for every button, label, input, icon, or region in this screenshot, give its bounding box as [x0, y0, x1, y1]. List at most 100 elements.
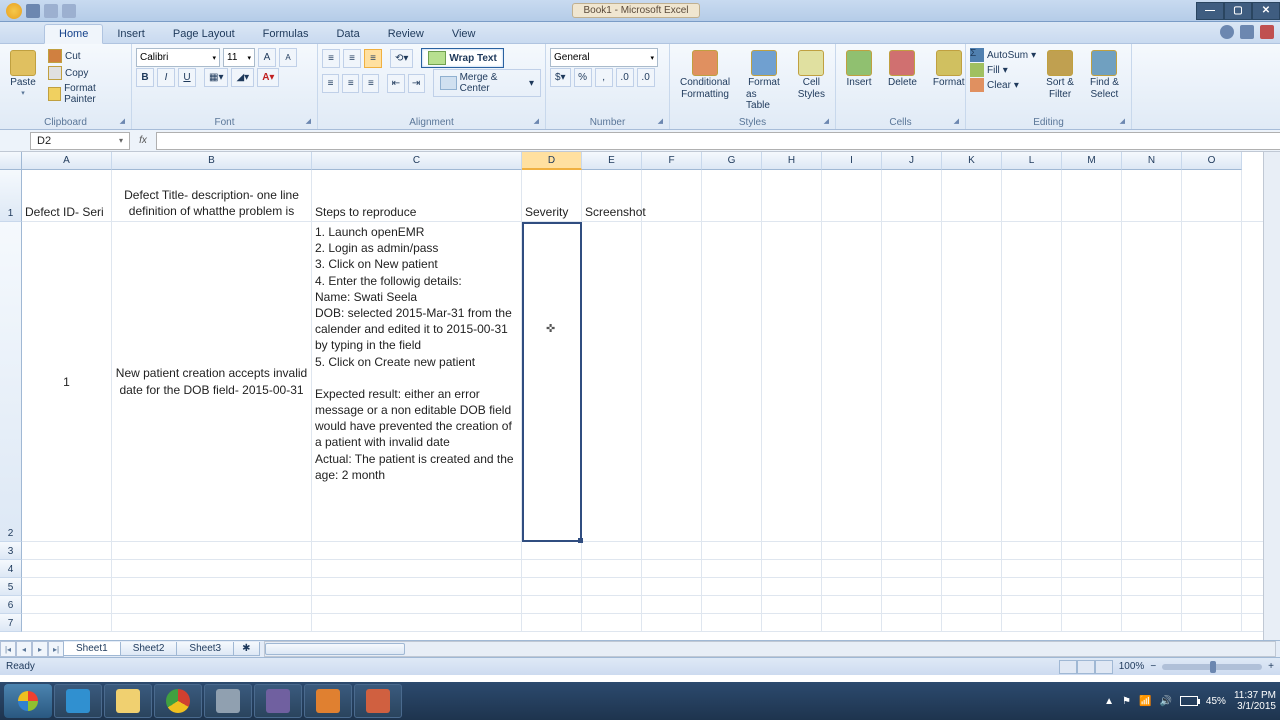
clock[interactable]: 11:37 PM 3/1/2015 — [1234, 690, 1276, 712]
cell[interactable] — [642, 170, 702, 221]
tray-network-icon[interactable]: 📶 — [1139, 696, 1151, 707]
grow-font-button[interactable]: A — [258, 48, 276, 67]
cell[interactable] — [942, 170, 1002, 221]
zoom-level[interactable]: 100% — [1119, 661, 1145, 672]
row-header[interactable]: 7 — [0, 614, 22, 632]
fx-button[interactable]: fx — [134, 132, 152, 150]
cell[interactable] — [702, 542, 762, 559]
cell[interactable] — [312, 578, 522, 595]
conditional-formatting-button[interactable]: ConditionalFormatting — [674, 48, 736, 102]
column-header-A[interactable]: A — [22, 152, 112, 170]
comma-button[interactable]: , — [595, 68, 613, 87]
horizontal-scrollbar[interactable] — [264, 641, 1277, 657]
cell[interactable] — [1122, 578, 1182, 595]
cell[interactable] — [702, 578, 762, 595]
sheet-nav-next[interactable]: ▸ — [32, 641, 48, 657]
row-header[interactable]: 4 — [0, 560, 22, 578]
tray-flag-icon[interactable]: ▲ — [1104, 696, 1114, 707]
worksheet-grid[interactable]: 1 2 3 4 5 6 7 ABCDEFGHIJKLMNO Defect ID-… — [0, 152, 1280, 640]
clear-button[interactable]: Clear▾ — [970, 78, 1036, 92]
taskbar-explorer[interactable] — [104, 684, 152, 718]
sheet-tab-1[interactable]: Sheet1 — [63, 642, 121, 656]
tab-view[interactable]: View — [438, 25, 490, 43]
align-middle-button[interactable]: ≡ — [343, 49, 361, 68]
select-all-corner[interactable] — [0, 152, 22, 170]
close-button[interactable]: ✕ — [1252, 2, 1280, 20]
column-header-L[interactable]: L — [1002, 152, 1062, 170]
tab-page-layout[interactable]: Page Layout — [159, 25, 249, 43]
cell[interactable] — [702, 170, 762, 221]
cell[interactable] — [582, 578, 642, 595]
align-bottom-button[interactable]: ≡ — [364, 49, 382, 68]
cell[interactable] — [1122, 222, 1182, 541]
qat-undo-icon[interactable] — [44, 4, 58, 18]
cell[interactable] — [942, 578, 1002, 595]
sort-filter-button[interactable]: Sort &Filter — [1040, 48, 1080, 102]
cell[interactable] — [822, 596, 882, 613]
cell[interactable] — [762, 596, 822, 613]
view-normal-button[interactable] — [1059, 660, 1077, 674]
view-layout-button[interactable] — [1077, 660, 1095, 674]
cell[interactable] — [1182, 170, 1242, 221]
cell[interactable] — [1182, 222, 1242, 541]
italic-button[interactable]: I — [157, 68, 175, 87]
qat-redo-icon[interactable] — [62, 4, 76, 18]
taskbar-app[interactable] — [304, 684, 352, 718]
orientation-button[interactable]: ⟲▾ — [390, 49, 413, 68]
tab-formulas[interactable]: Formulas — [249, 25, 323, 43]
cell[interactable] — [522, 578, 582, 595]
cell[interactable] — [642, 614, 702, 631]
cell[interactable] — [1062, 170, 1122, 221]
shrink-font-button[interactable]: A — [279, 48, 297, 67]
currency-button[interactable]: $▾ — [550, 68, 571, 87]
cell[interactable] — [1182, 614, 1242, 631]
cell-B2[interactable]: New patient creation accepts invalid dat… — [112, 222, 312, 541]
tab-home[interactable]: Home — [44, 24, 103, 44]
cell[interactable] — [522, 542, 582, 559]
percent-button[interactable]: % — [574, 68, 592, 87]
cut-button[interactable]: Cut — [46, 48, 127, 64]
row-header-2[interactable]: 2 — [0, 222, 22, 542]
sheet-nav-prev[interactable]: ◂ — [16, 641, 32, 657]
taskbar-app[interactable] — [254, 684, 302, 718]
font-name-select[interactable]: Calibri▾ — [136, 48, 220, 67]
name-box[interactable]: D2▾ — [30, 132, 130, 150]
cell[interactable] — [22, 614, 112, 631]
view-break-button[interactable] — [1095, 660, 1113, 674]
column-header-G[interactable]: G — [702, 152, 762, 170]
cell[interactable] — [882, 596, 942, 613]
cell[interactable] — [942, 222, 1002, 541]
cell[interactable] — [112, 596, 312, 613]
cell[interactable] — [762, 170, 822, 221]
column-header-C[interactable]: C — [312, 152, 522, 170]
cell[interactable] — [22, 596, 112, 613]
column-header-I[interactable]: I — [822, 152, 882, 170]
new-sheet-button[interactable]: ✱ — [233, 642, 259, 656]
format-cells-button[interactable]: Format — [927, 48, 971, 90]
row-header[interactable]: 6 — [0, 596, 22, 614]
cell[interactable] — [942, 596, 1002, 613]
cell[interactable] — [1062, 560, 1122, 577]
cell[interactable] — [22, 578, 112, 595]
cell[interactable] — [1002, 542, 1062, 559]
minimize-button[interactable]: — — [1196, 2, 1224, 20]
decrease-decimal-button[interactable]: .0 — [637, 68, 655, 87]
cell[interactable] — [1062, 542, 1122, 559]
cell[interactable] — [522, 560, 582, 577]
cell[interactable] — [822, 614, 882, 631]
minimize-ribbon-icon[interactable] — [1240, 25, 1254, 39]
row-header[interactable]: 5 — [0, 578, 22, 596]
align-left-button[interactable]: ≡ — [322, 74, 339, 93]
format-painter-button[interactable]: Format Painter — [46, 82, 127, 106]
column-header-N[interactable]: N — [1122, 152, 1182, 170]
cell[interactable] — [702, 614, 762, 631]
qat-save-icon[interactable] — [26, 4, 40, 18]
cell[interactable] — [112, 578, 312, 595]
vertical-scrollbar[interactable] — [1263, 152, 1280, 640]
cell[interactable] — [762, 560, 822, 577]
cell[interactable] — [822, 222, 882, 541]
copy-button[interactable]: Copy — [46, 65, 127, 81]
border-button[interactable]: ▦▾ — [204, 68, 228, 87]
cell[interactable] — [642, 222, 702, 541]
font-color-button[interactable]: A▾ — [257, 68, 279, 87]
